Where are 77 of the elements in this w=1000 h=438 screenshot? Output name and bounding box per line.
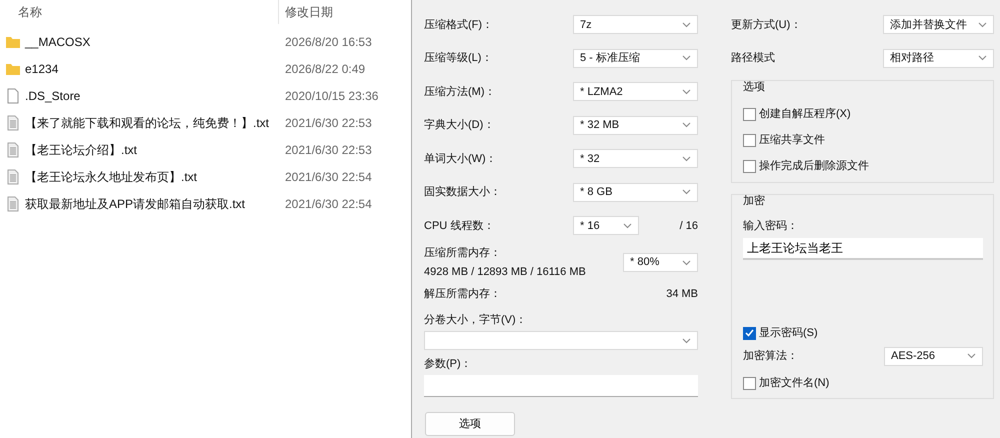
checkbox-label: 加密文件名(N)	[759, 376, 830, 391]
checkbox[interactable]	[743, 376, 756, 390]
file-name[interactable]: 【老王论坛永久地址发布页】.txt	[25, 168, 198, 186]
column-header[interactable]: 修改日期	[285, 5, 333, 19]
dropdown[interactable]: * 8 GB	[573, 182, 698, 202]
field-label: CPU 线程数：	[424, 218, 496, 234]
checkbox[interactable]	[743, 134, 756, 147]
dropdown[interactable]: 7z	[573, 15, 698, 34]
file-name[interactable]: 【来了就能下载和观看的论坛，纯免费！】.txt	[25, 114, 270, 132]
chevron-icon	[682, 22, 691, 28]
dropdown[interactable]: * 32	[573, 149, 698, 168]
checkbox-label: 压缩共享文件	[759, 132, 825, 148]
field-label: 参数(P)：	[424, 356, 472, 372]
file-icon	[5, 88, 21, 104]
dropdown[interactable]: * 16	[573, 216, 639, 236]
field-label: 路径模式	[731, 51, 775, 66]
field-label: 更新方式(U)：	[731, 18, 802, 32]
thread-total: / 16	[680, 218, 698, 234]
modified-date: 2021/6/30 22:53	[284, 142, 372, 158]
field-label: 压缩方法(M)：	[424, 84, 496, 100]
chevron-icon	[967, 353, 976, 359]
checkbox-label: 创建自解压程序(X)	[759, 106, 851, 122]
chevron-icon	[623, 222, 632, 229]
file-name[interactable]: .DS_Store	[25, 86, 80, 104]
checkbox-label: 显示密码(S)	[759, 326, 818, 341]
column-header[interactable]: 名称	[18, 5, 42, 19]
modified-date: 2021/6/30 22:54	[284, 196, 372, 212]
field-label: 解压所需内存：	[424, 287, 501, 302]
memory-value: 34 MB	[666, 287, 698, 302]
dropdown[interactable]: AES-256	[884, 346, 983, 366]
text-file-icon	[5, 114, 21, 130]
chevron-icon	[682, 260, 691, 266]
field-label: 单词大小(W)：	[424, 152, 497, 166]
text-file-icon	[5, 196, 21, 212]
modified-date: 2021/6/30 22:54	[284, 168, 372, 186]
checkbox[interactable]	[743, 160, 756, 173]
modified-date: 2026/8/22 0:49	[284, 60, 366, 78]
field-label: 固实数据大小：	[424, 184, 501, 200]
dropdown[interactable]: * 80%	[623, 253, 698, 272]
chevron-icon	[682, 156, 691, 162]
file-name[interactable]: __MACOSX	[25, 32, 90, 50]
text-file-icon	[5, 168, 21, 184]
field-label: 加密算法：	[743, 348, 798, 364]
chevron-icon	[978, 55, 987, 62]
field-label: 压缩所需内存：	[424, 246, 502, 261]
dropdown[interactable]: 相对路径	[883, 48, 994, 68]
checkbox[interactable]	[743, 108, 756, 121]
parameters-field[interactable]	[424, 375, 698, 397]
field-label: 分卷大小，字节(V)：	[424, 312, 527, 328]
chevron-icon	[682, 189, 691, 196]
chevron-icon	[682, 88, 691, 95]
chevron-icon	[682, 55, 691, 62]
field-label: 字典大小(D)：	[424, 118, 494, 133]
chevron-icon	[682, 122, 691, 128]
password-field[interactable]: 上老王论坛当老王	[743, 238, 983, 260]
chevron-icon	[978, 22, 987, 28]
file-name[interactable]: e1234	[25, 60, 58, 78]
dropdown[interactable]: * LZMA2	[573, 82, 698, 102]
chevron-icon	[682, 338, 691, 344]
modified-date: 2020/10/15 23:36	[284, 88, 378, 104]
checkbox[interactable]	[743, 326, 756, 340]
file-name[interactable]: 获取最新地址及APP请发邮箱自动获取.txt	[25, 194, 246, 212]
modified-date: 2026/8/20 16:53	[284, 34, 372, 50]
field-label: 压缩格式(F)：	[424, 18, 494, 32]
dropdown[interactable]: 5 - 标准压缩	[573, 48, 698, 68]
field-label: 输入密码：	[743, 218, 798, 234]
memory-usage: 4928 MB / 12893 MB / 16116 MB	[424, 264, 586, 280]
file-name[interactable]: 【老王论坛介绍】.txt	[25, 140, 138, 158]
modified-date: 2021/6/30 22:53	[284, 114, 372, 132]
options-button[interactable]: 选项	[425, 412, 515, 436]
dropdown[interactable]: 添加并替换文件	[883, 15, 994, 34]
group-title: 加密	[743, 194, 766, 209]
field-label: 压缩等级(L)：	[424, 50, 492, 66]
group-title: 选项	[743, 80, 766, 95]
text-file-icon	[5, 142, 21, 158]
checkbox-label: 操作完成后删除源文件	[759, 158, 869, 174]
dropdown[interactable]: * 32 MB	[573, 116, 698, 135]
